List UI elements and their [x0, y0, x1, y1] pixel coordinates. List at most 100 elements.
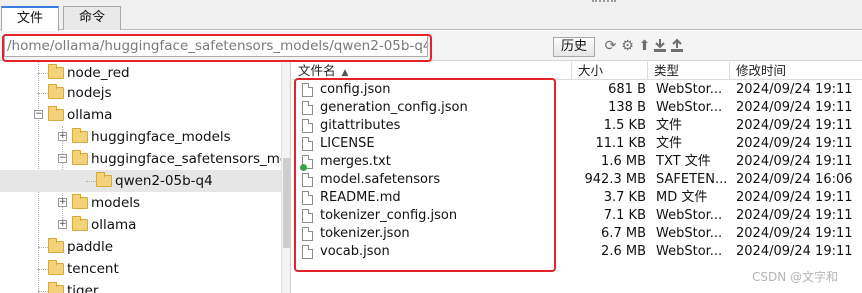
file-icon — [302, 227, 313, 241]
expand-icon[interactable]: + — [58, 198, 67, 207]
watermark: CSDN @文字和 — [752, 270, 839, 284]
tree-item-label: tiger — [67, 283, 99, 293]
file-type: 文件 — [656, 118, 683, 133]
folder-icon — [72, 194, 88, 209]
file-row[interactable]: README.md 3.7 KB MD 文件 2024/09/24 19:11 — [292, 189, 862, 207]
tab-files[interactable]: 文件 — [1, 6, 59, 31]
file-size: 1.5 KB — [603, 118, 646, 133]
file-name: README.md — [320, 190, 401, 205]
column-header-name[interactable]: 文件名 ▲ — [292, 62, 572, 80]
tree-item-label: models — [91, 195, 141, 211]
tree-item-qwen2-05b-q4[interactable]: qwen2-05b-q4 — [0, 170, 281, 192]
refresh-icon[interactable]: ⟳ — [602, 37, 619, 55]
folder-icon — [48, 64, 64, 79]
file-type: TXT 文件 — [656, 154, 711, 169]
file-size: 11.1 KB — [595, 136, 646, 151]
column-header-modified[interactable]: 修改时间 — [730, 62, 862, 80]
tree-item-tencent[interactable]: tencent — [0, 258, 281, 280]
tree-item-label: huggingface_models — [91, 129, 231, 145]
path-input[interactable]: /home/ollama/huggingface_safetensors_mod… — [4, 35, 428, 57]
tree-item-tiger[interactable]: tiger — [0, 280, 281, 293]
file-type: MD 文件 — [656, 190, 708, 205]
history-button[interactable]: 历史 — [553, 37, 595, 57]
tree-item-paddle[interactable]: paddle — [0, 236, 281, 258]
tab-bar: 文件 命令 — [0, 0, 862, 31]
file-name: generation_config.json — [320, 100, 468, 115]
file-type: WebStor... — [656, 244, 723, 259]
settings-icon[interactable]: ⚙ — [619, 37, 636, 55]
tree-item-nodejs[interactable]: nodejs — [0, 82, 281, 104]
file-row[interactable]: merges.txt 1.6 MB TXT 文件 2024/09/24 19:11 — [292, 153, 862, 171]
file-icon — [300, 155, 313, 171]
tree-scrollbar-thumb[interactable] — [283, 158, 290, 248]
file-type: WebStor... — [656, 226, 723, 241]
folder-icon — [48, 238, 64, 253]
file-row[interactable]: vocab.json 2.6 MB WebStor... 2024/09/24 19:… — [292, 243, 862, 261]
path-bar: /home/ollama/huggingface_safetensors_mod… — [0, 31, 862, 61]
file-size: 2.6 MB — [601, 244, 646, 259]
splitter-grip[interactable] — [592, 0, 616, 4]
tree-item-label: nodejs — [67, 85, 112, 101]
file-modified: 2024/09/24 19:11 — [736, 118, 853, 133]
file-modified: 2024/09/24 19:11 — [736, 208, 853, 223]
file-list: 文件名 ▲ 大小 类型 修改时间 config.json 681 B WebStor.… — [292, 62, 862, 293]
file-name: tokenizer_config.json — [320, 208, 458, 223]
file-name: LICENSE — [320, 136, 375, 151]
file-size: 942.3 MB — [584, 172, 646, 187]
column-header-type[interactable]: 类型 — [648, 62, 730, 80]
file-icon — [302, 245, 313, 259]
download-icon[interactable] — [651, 37, 668, 55]
collapse-icon[interactable]: − — [34, 110, 43, 119]
file-modified: 2024/09/24 19:11 — [736, 154, 853, 169]
folder-icon — [48, 260, 64, 275]
tree-item-huggingface-models[interactable]: + huggingface_models — [0, 126, 281, 148]
folder-icon — [48, 106, 64, 121]
tree-item-label: ollama — [67, 107, 113, 123]
folder-icon — [72, 128, 88, 143]
folder-icon — [96, 172, 112, 187]
tree-scrollbar[interactable] — [281, 62, 290, 293]
file-name: model.safetensors — [320, 172, 441, 187]
file-modified: 2024/09/24 19:11 — [736, 136, 853, 151]
file-size: 1.6 MB — [601, 154, 646, 169]
folder-icon — [72, 216, 88, 231]
tree-item-node-red[interactable]: node_red — [0, 62, 281, 84]
tree-item-ollama[interactable]: − ollama — [0, 104, 281, 126]
expand-icon[interactable]: + — [58, 220, 67, 229]
collapse-icon[interactable]: − — [58, 154, 67, 163]
file-type: SAFETEN... — [656, 172, 726, 187]
file-type: 文件 — [656, 136, 683, 151]
tree-item-label: tencent — [67, 261, 119, 277]
tree-item-models[interactable]: + models — [0, 192, 281, 214]
file-row[interactable]: tokenizer.json 6.7 MB WebStor... 2024/09/24… — [292, 225, 862, 243]
folder-icon — [48, 84, 64, 99]
file-modified: 2024/09/24 19:11 — [736, 190, 853, 205]
tab-commands[interactable]: 命令 — [63, 6, 121, 30]
file-name: tokenizer.json — [320, 226, 410, 241]
file-size: 3.7 KB — [603, 190, 646, 205]
file-row[interactable]: LICENSE 11.1 KB 文件 2024/09/24 19:11 — [292, 135, 862, 153]
file-name: config.json — [320, 82, 391, 97]
file-row[interactable]: gitattributes 1.5 KB 文件 2024/09/24 19:11 — [292, 117, 862, 135]
file-icon — [302, 119, 313, 133]
folder-icon — [72, 150, 88, 165]
column-header-size[interactable]: 大小 — [572, 62, 648, 80]
tree-item-label: qwen2-05b-q4 — [115, 173, 213, 189]
file-modified: 2024/09/24 16:06 — [736, 172, 853, 187]
tree-item-ollama-sub[interactable]: + ollama — [0, 214, 281, 236]
file-type: WebStor... — [656, 208, 723, 223]
file-size: 6.7 MB — [601, 226, 646, 241]
upload-icon[interactable] — [668, 37, 685, 55]
file-row[interactable]: tokenizer_config.json 7.1 KB WebStor... 202… — [292, 207, 862, 225]
file-icon — [302, 137, 313, 151]
expand-icon[interactable]: + — [58, 132, 67, 141]
tree-item-huggingface-safetensors-models[interactable]: − huggingface_safetensors_models — [0, 148, 281, 170]
file-name: vocab.json — [320, 244, 390, 259]
file-icon — [302, 191, 313, 205]
file-modified: 2024/09/24 19:11 — [736, 82, 853, 97]
file-row[interactable]: config.json 681 B WebStor... 2024/09/24 19:… — [292, 81, 862, 99]
tree-item-label: huggingface_safetensors_models — [91, 151, 281, 167]
file-row[interactable]: generation_config.json 138 B WebStor... 202… — [292, 99, 862, 117]
file-list-header: 文件名 ▲ 大小 类型 修改时间 — [292, 62, 862, 80]
file-row[interactable]: model.safetensors 942.3 MB SAFETEN... 2024/… — [292, 171, 862, 189]
